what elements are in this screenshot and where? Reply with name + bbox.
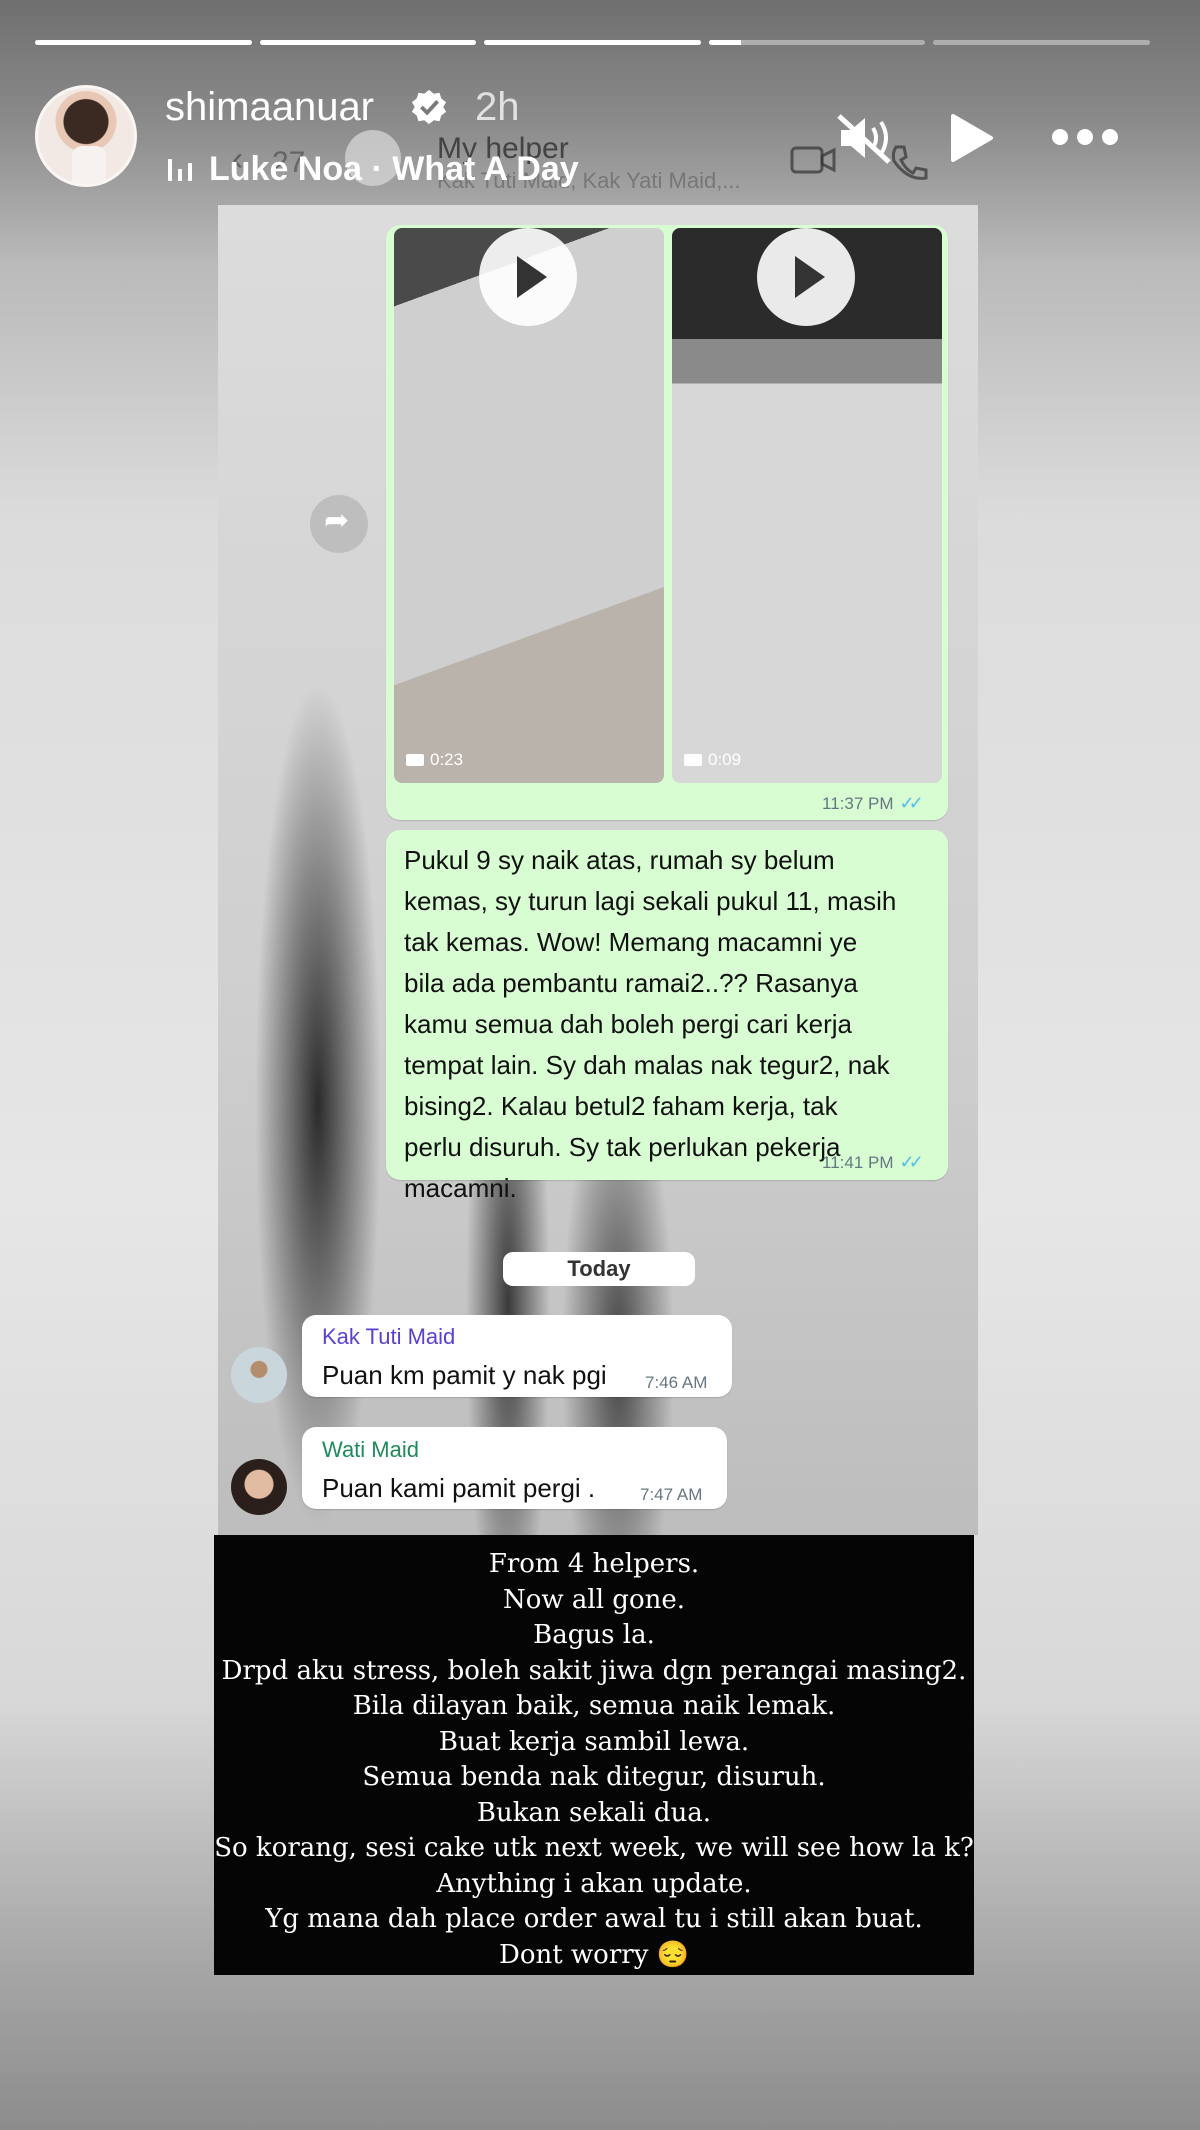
music-title: Luke Noa · What A Day xyxy=(209,150,579,188)
profile-avatar[interactable] xyxy=(35,85,137,187)
forward-icon[interactable] xyxy=(310,495,368,553)
message-line: bila ada pembantu ramai2..?? Rasanya xyxy=(404,968,858,998)
incoming-message-text: Puan km pamit y nak pgi xyxy=(322,1360,607,1390)
caption-line: Dont worry 😔 xyxy=(498,1939,690,1970)
message-line: tempat lain. Sy dah malas nak tegur2, na… xyxy=(404,1050,890,1080)
play-icon[interactable] xyxy=(945,112,995,164)
caption-line: Anything i akan update. xyxy=(436,1868,752,1899)
video-duration: 0:23 xyxy=(430,750,464,769)
video-play-icon[interactable] xyxy=(757,228,855,326)
message-line: bising2. Kalau betul2 faham kerja, tak xyxy=(404,1091,838,1121)
message-time: 11:37 PM xyxy=(822,793,894,813)
message-line: macamni. xyxy=(404,1173,517,1203)
progress-segment xyxy=(484,40,701,45)
read-ticks-icon: ✓✓ xyxy=(899,1152,924,1172)
caption-line: From 4 helpers. xyxy=(488,1549,700,1579)
story-progress xyxy=(35,40,1150,46)
caption-line: Buat kerja sambil lewa. xyxy=(438,1726,750,1757)
caption-line: Bila dilayan baik, semua naik lemak. xyxy=(352,1691,836,1721)
member-avatar[interactable] xyxy=(231,1347,287,1403)
message-line: kemas, sy turun lagi sekali pukul 11, ma… xyxy=(404,886,897,916)
caption-line: Drpd aku stress, boleh sakit jiwa dgn pe… xyxy=(221,1655,967,1686)
caption-line: So korang, sesi cake utk next week, we w… xyxy=(214,1833,974,1863)
read-ticks-icon: ✓✓ xyxy=(899,793,924,813)
incoming-message-text: Puan kami pamit pergi . xyxy=(322,1473,596,1503)
member-avatar[interactable] xyxy=(231,1459,287,1515)
message-line: kamu semua dah boleh pergi cari kerja xyxy=(404,1009,853,1039)
story-username[interactable]: shimaanuar xyxy=(165,85,374,130)
message-line: tak kemas. Wow! Memang macamni ye xyxy=(404,927,858,957)
message-line: Pukul 9 sy naik atas, rumah sy belum xyxy=(404,845,835,875)
video-duration: 0:09 xyxy=(708,750,742,769)
story-time: 2h xyxy=(475,85,520,129)
day-separator: Today xyxy=(503,1252,695,1286)
caption-line: Bukan sekali dua. xyxy=(476,1797,712,1828)
progress-segment xyxy=(259,40,477,45)
caption-line: Bagus la. xyxy=(533,1620,655,1650)
sender-name: Wati Maid xyxy=(322,1437,419,1462)
caption-line: Yg mana dah place order awal tu i still … xyxy=(265,1904,923,1934)
video-camera-icon xyxy=(684,754,702,766)
video-play-icon[interactable] xyxy=(479,228,577,326)
caption-line: Now all gone. xyxy=(502,1584,685,1615)
music-bars-icon xyxy=(168,158,192,181)
message-time: 11:41 PM xyxy=(822,1152,894,1172)
story-music[interactable]: Luke Noa · What A Day xyxy=(165,150,579,189)
video-camera-icon xyxy=(406,754,424,766)
caption-line: Semua benda nak ditegur, disuruh. xyxy=(362,1762,826,1792)
mute-icon[interactable] xyxy=(835,110,895,166)
story-caption: From 4 helpers. Now all gone. Bagus la. … xyxy=(214,1535,974,1975)
video-call-icon xyxy=(790,146,836,174)
message-time: 7:46 AM xyxy=(645,1373,708,1392)
progress-segment xyxy=(933,40,1150,45)
message-time: 7:47 AM xyxy=(640,1485,703,1504)
sender-name: Kak Tuti Maid xyxy=(322,1324,456,1349)
progress-segment xyxy=(708,40,926,45)
progress-segment xyxy=(35,40,252,45)
more-options-icon[interactable] xyxy=(1050,125,1120,149)
verified-badge-icon xyxy=(411,89,447,125)
